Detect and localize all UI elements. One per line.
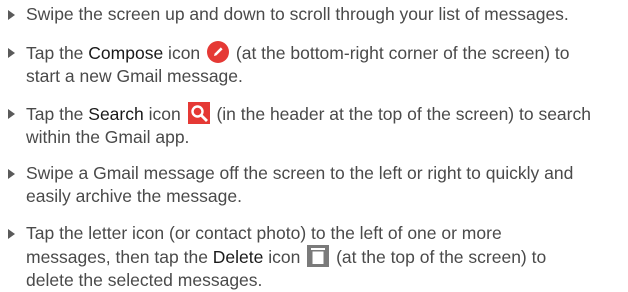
bullet-icon bbox=[8, 169, 15, 179]
list-item-delete: Tap the letter icon (or contact photo) t… bbox=[0, 222, 628, 292]
bullet-icon bbox=[8, 48, 15, 58]
item-text-line1: Tap the letter icon (or contact photo) t… bbox=[26, 223, 502, 243]
compose-term: Compose bbox=[88, 43, 164, 63]
item-text-mid: icon bbox=[263, 247, 301, 267]
item-text-pre: Tap the bbox=[26, 43, 89, 63]
list-item-compose: Tap the Compose icon (at the bottom-righ… bbox=[0, 41, 628, 88]
list-item-scroll: Swipe the screen up and down to scroll t… bbox=[0, 3, 628, 26]
item-text: Swipe the screen up and down to scroll t… bbox=[26, 4, 569, 24]
trash-icon bbox=[307, 245, 330, 267]
search-term: Search bbox=[88, 104, 144, 124]
item-text-post: (in the header at the top of the screen)… bbox=[211, 104, 591, 124]
list-item-search: Tap the Search icon (in the header at th… bbox=[0, 102, 628, 149]
bullet-icon bbox=[8, 229, 15, 239]
item-text-pre: Tap the bbox=[26, 104, 89, 124]
item-text-post: (at the bottom-right corner of the scree… bbox=[231, 43, 570, 63]
compose-icon bbox=[207, 41, 230, 63]
list-item-archive: Swipe a Gmail message off the screen to … bbox=[0, 162, 628, 208]
bullet-icon bbox=[8, 109, 15, 119]
item-text-pre: messages, then tap the bbox=[26, 247, 213, 267]
item-text-line2: within the Gmail app. bbox=[26, 127, 190, 147]
item-text-line2-wrap: messages, then tap the Delete icon (at t… bbox=[26, 245, 628, 269]
delete-term: Delete bbox=[212, 247, 264, 267]
item-text-line2: start a new Gmail message. bbox=[26, 66, 243, 86]
search-icon bbox=[187, 102, 210, 124]
item-text-line2: easily archive the message. bbox=[26, 186, 242, 206]
item-text-line1: Swipe a Gmail message off the screen to … bbox=[26, 163, 574, 183]
item-text-post: (at the top of the screen) to bbox=[331, 247, 547, 267]
item-text-mid: icon bbox=[163, 43, 201, 63]
bullet-icon bbox=[8, 10, 15, 20]
item-text-line3: delete the selected messages. bbox=[26, 270, 263, 290]
item-text-mid: icon bbox=[143, 104, 181, 124]
